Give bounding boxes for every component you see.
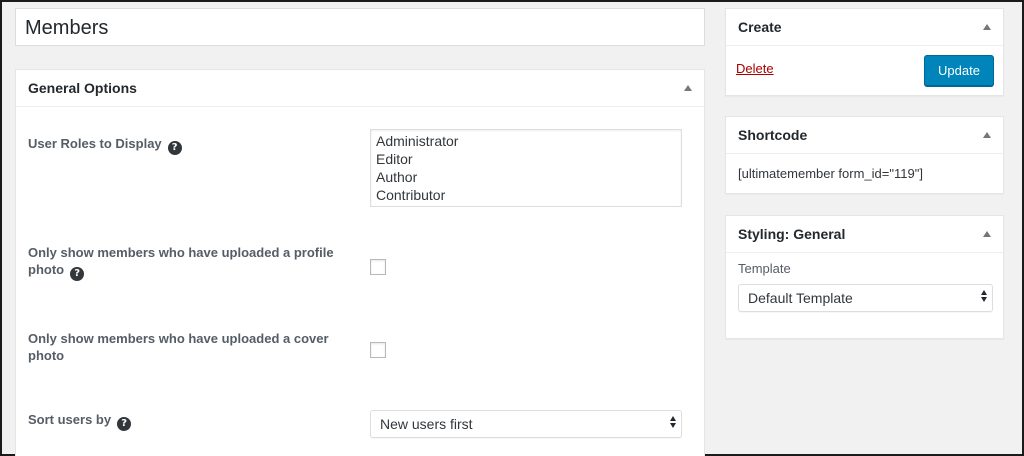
create-title: Create	[738, 19, 782, 35]
general-options-box: General Options User Roles to Display? A…	[15, 69, 705, 456]
general-options-title: General Options	[28, 80, 137, 96]
user-roles-label: User Roles to Display?	[28, 135, 348, 155]
sort-label-text: Sort users by	[28, 412, 112, 427]
profile-photo-label: Only show members who have uploaded a pr…	[28, 244, 348, 281]
create-box: Create Delete Update	[725, 8, 1004, 96]
sort-label: Sort users by?	[28, 411, 348, 431]
sort-users-select[interactable]: New users first	[370, 410, 682, 438]
help-icon[interactable]: ?	[117, 416, 132, 431]
toggle-arrow-icon[interactable]	[983, 24, 991, 30]
help-icon[interactable]: ?	[167, 140, 182, 155]
shortcode-text[interactable]: [ultimatemember form_id="119"]	[738, 166, 923, 181]
create-header: Create	[726, 9, 1003, 46]
cover-photo-label-text: Only show members who have uploaded a co…	[28, 331, 329, 363]
update-button[interactable]: Update	[924, 55, 994, 86]
select-arrows-icon	[981, 290, 987, 302]
profile-photo-checkbox[interactable]	[370, 259, 386, 275]
role-option[interactable]: Administrator	[376, 132, 676, 150]
template-select[interactable]: Default Template	[738, 284, 993, 312]
delete-link[interactable]: Delete	[736, 61, 774, 76]
styling-header: Styling: General	[726, 216, 1003, 253]
user-roles-listbox[interactable]: Administrator Editor Author Contributor	[370, 129, 682, 207]
user-roles-label-text: User Roles to Display	[28, 136, 162, 151]
role-option[interactable]: Contributor	[376, 186, 676, 204]
sort-users-value: New users first	[380, 416, 473, 432]
template-value: Default Template	[748, 290, 853, 306]
post-title-input[interactable]: Members	[15, 8, 705, 46]
styling-title: Styling: General	[738, 226, 846, 242]
role-option[interactable]: Author	[376, 168, 676, 186]
cover-photo-label: Only show members who have uploaded a co…	[28, 330, 348, 364]
styling-box: Styling: General Template Default Templa…	[725, 215, 1004, 339]
shortcode-header: Shortcode	[726, 117, 1003, 154]
toggle-arrow-icon[interactable]	[684, 85, 692, 91]
shortcode-title: Shortcode	[738, 127, 808, 143]
role-option[interactable]: Editor	[376, 150, 676, 168]
toggle-arrow-icon[interactable]	[983, 132, 991, 138]
general-options-header: General Options	[16, 70, 704, 107]
select-arrows-icon	[670, 416, 676, 428]
toggle-arrow-icon[interactable]	[983, 231, 991, 237]
template-label: Template	[738, 261, 791, 276]
cover-photo-checkbox[interactable]	[370, 342, 386, 358]
help-icon[interactable]: ?	[70, 266, 85, 281]
shortcode-box: Shortcode [ultimatemember form_id="119"]	[725, 116, 1004, 194]
